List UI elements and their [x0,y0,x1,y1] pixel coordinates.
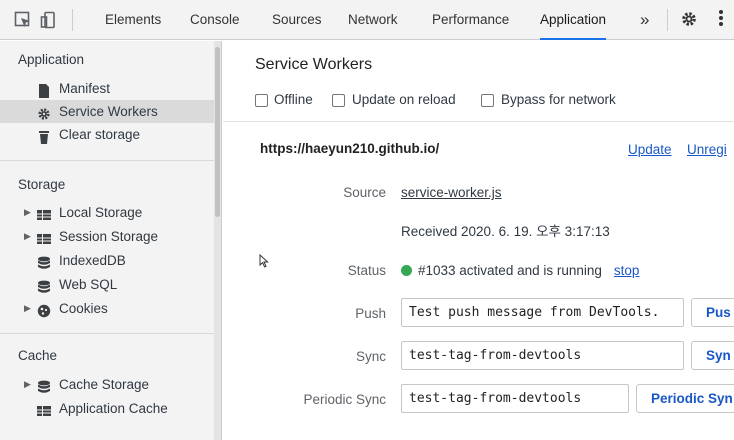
service-worker-origin: https://haeyun210.github.io/ [260,141,440,156]
sidebar-scrollbar-thumb[interactable] [215,47,220,217]
grid-icon [37,206,51,220]
expand-arrow-icon[interactable]: ▶ [24,201,31,224]
grid-icon [37,230,51,244]
source-label: Source [343,185,386,200]
sidebar-item-label: IndexedDB [59,253,126,268]
section-divider [223,121,734,122]
inspect-element-icon[interactable] [14,11,32,29]
database-icon [37,254,51,269]
push-button[interactable]: Pus [691,298,734,327]
sidebar-item-label: Service Workers [59,104,158,119]
sidebar-section-application: Application [18,52,85,67]
more-tabs-button[interactable]: » [640,0,649,40]
source-link[interactable]: service-worker.js [401,185,502,200]
toolbar-separator [72,9,73,31]
push-label: Push [355,306,386,321]
sidebar-item-clear-storage[interactable]: Clear storage [0,123,214,146]
tab-elements[interactable]: Elements [105,0,161,40]
device-toolbar-icon[interactable] [40,11,58,29]
offline-checkbox[interactable] [255,94,268,107]
tab-console[interactable]: Console [190,0,240,40]
expand-arrow-icon[interactable]: ▶ [24,225,31,248]
gear-icon [37,105,51,120]
sidebar-item-service-workers[interactable]: Service Workers [0,100,214,123]
sidebar-item-label: Manifest [59,81,111,96]
sync-input[interactable]: test-tag-from-devtools [401,341,684,370]
page-title: Service Workers [255,56,373,73]
sidebar-item-session-storage[interactable]: ▶ Session Storage [0,225,214,248]
update-on-reload-checkbox[interactable] [332,94,345,107]
sidebar-item-label: Local Storage [59,205,143,220]
sidebar-item-manifest[interactable]: Manifest [0,77,214,100]
tab-application[interactable]: Application [540,0,607,40]
received-timestamp: Received 2020. 6. 19. 오후 3:17:13 [401,224,610,239]
sidebar-item-label: Application Cache [59,401,168,416]
database-icon [37,278,51,293]
sidebar-divider [0,160,214,161]
periodic-sync-input[interactable]: test-tag-from-devtools [401,384,629,413]
sidebar-divider [0,333,214,334]
cookie-icon [37,302,51,318]
tab-sources[interactable]: Sources [272,0,322,40]
bypass-for-network-checkbox[interactable] [481,94,494,107]
sidebar-item-cache-storage[interactable]: ▶ Cache Storage [0,373,214,396]
sidebar-item-application-cache[interactable]: Application Cache [0,397,214,420]
service-workers-panel: Service Workers Offline Update on reload… [223,41,734,440]
expand-arrow-icon[interactable]: ▶ [24,373,31,396]
sidebar-item-label: Cache Storage [59,377,150,392]
update-link[interactable]: Update [628,142,672,157]
mouse-cursor-icon [259,253,269,268]
sidebar-item-label: Cookies [59,301,108,316]
tab-performance[interactable]: Performance [432,0,509,40]
expand-arrow-icon[interactable]: ▶ [24,297,31,320]
tab-network[interactable]: Network [348,0,398,40]
database-icon [37,378,51,393]
status-text: #1033 activated and is running [418,263,602,278]
sidebar-item-label: Clear storage [59,127,141,142]
more-options-icon[interactable] [718,8,724,34]
application-sidebar: Application Manifest Service Workers Cle… [0,41,222,440]
sidebar-scrollbar[interactable] [214,41,221,440]
sidebar-item-web-sql[interactable]: Web SQL [0,273,214,296]
sync-label: Sync [355,349,386,364]
offline-checkbox-label[interactable]: Offline [274,92,313,107]
status-value: #1033 activated and is running stop [401,263,639,278]
settings-gear-icon[interactable] [680,10,698,33]
sidebar-item-label: Web SQL [59,277,118,292]
document-icon [37,82,51,98]
devtools-toolbar: Elements Console Sources Network Perform… [0,0,734,40]
sidebar-item-cookies[interactable]: ▶ Cookies [0,297,214,320]
trash-icon [37,128,51,144]
toolbar-separator [667,9,668,31]
update-on-reload-checkbox-label[interactable]: Update on reload [352,92,456,107]
sidebar-item-local-storage[interactable]: ▶ Local Storage [0,201,214,224]
status-label: Status [347,263,386,278]
grid-icon [37,402,51,416]
push-input[interactable]: Test push message from DevTools. [401,298,684,327]
stop-link[interactable]: stop [614,263,640,278]
status-running-icon [401,265,412,276]
sidebar-section-cache: Cache [18,348,58,363]
sync-button[interactable]: Syn [691,341,734,370]
periodic-sync-button[interactable]: Periodic Syn [636,384,734,413]
sidebar-section-storage: Storage [18,177,66,192]
unregister-link[interactable]: Unregi [687,142,727,157]
sidebar-item-label: Session Storage [59,229,159,244]
bypass-for-network-checkbox-label[interactable]: Bypass for network [501,92,616,107]
periodic-sync-label: Periodic Sync [303,392,386,407]
sidebar-item-indexeddb[interactable]: IndexedDB [0,249,214,272]
